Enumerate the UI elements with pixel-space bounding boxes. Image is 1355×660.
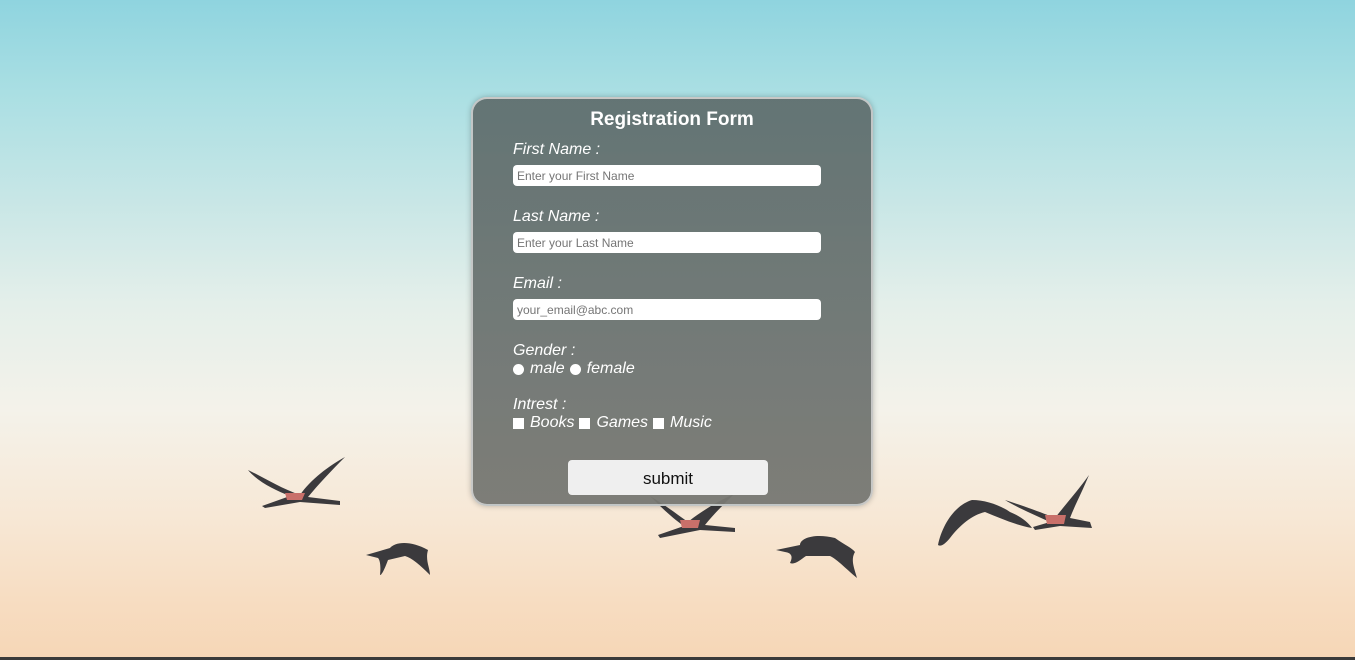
submit-button[interactable]: submit bbox=[568, 460, 768, 495]
flamingo-bird bbox=[248, 457, 345, 508]
interest-options: Books Games Music bbox=[513, 414, 717, 432]
female-radio-label: female bbox=[586, 360, 635, 377]
last-name-input[interactable] bbox=[513, 232, 821, 253]
games-checkbox-label: Games bbox=[596, 414, 649, 431]
email-input[interactable] bbox=[513, 299, 821, 320]
flamingo-bird bbox=[366, 543, 430, 575]
female-radio[interactable] bbox=[569, 363, 581, 375]
books-checkbox-label: Books bbox=[530, 414, 575, 431]
male-radio[interactable] bbox=[513, 363, 524, 375]
music-checkbox[interactable] bbox=[653, 417, 665, 429]
male-radio-label: male bbox=[530, 360, 565, 377]
interest-label: Intrest : bbox=[513, 396, 567, 413]
gender-options: male female bbox=[513, 360, 640, 378]
form-title: Registration Form bbox=[590, 109, 754, 130]
last-name-label: Last Name : bbox=[513, 208, 600, 225]
flamingo-bird bbox=[776, 535, 857, 578]
flamingo-bird bbox=[938, 475, 1092, 546]
music-checkbox-label: Music bbox=[670, 414, 712, 431]
registration-form: Registration Form First Name : Last Name… bbox=[471, 97, 873, 506]
books-checkbox[interactable] bbox=[513, 417, 524, 429]
first-name-input[interactable] bbox=[513, 165, 821, 186]
email-label: Email : bbox=[513, 275, 562, 292]
games-checkbox[interactable] bbox=[579, 417, 591, 429]
gender-label: Gender : bbox=[513, 342, 576, 359]
first-name-label: First Name : bbox=[513, 141, 601, 158]
